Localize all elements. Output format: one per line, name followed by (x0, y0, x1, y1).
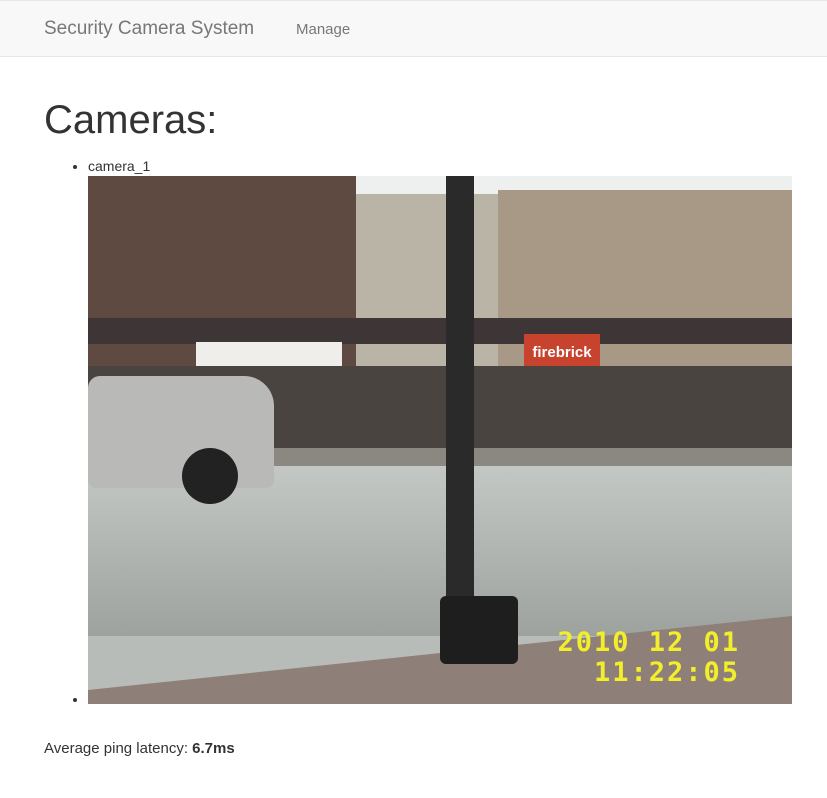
camera-name: camera_1 (88, 158, 151, 174)
timestamp-overlay: 2010 12 01 11:22:05 (557, 627, 740, 688)
nav-manage-link[interactable]: Manage (296, 21, 350, 38)
lamp-post (446, 176, 474, 646)
brand-link[interactable]: Security Camera System (44, 18, 254, 40)
car (88, 376, 274, 488)
navbar: Security Camera System Manage (0, 0, 827, 57)
latency-value: 6.7ms (192, 740, 235, 757)
latency-label: Average ping latency: (44, 740, 188, 757)
page-title: Cameras: (44, 98, 218, 142)
camera-feed-image: firebrick 2010 12 0111:22:05 (88, 176, 792, 704)
camera-name-item: camera_1 (88, 156, 792, 176)
camera-feed-item: firebrick 2010 12 0111:22:05 (88, 176, 792, 709)
ping-latency: Average ping latency: 6.7ms (44, 740, 235, 757)
camera-list: camera_1 firebrick 2010 12 0111:22:05 (44, 156, 792, 709)
